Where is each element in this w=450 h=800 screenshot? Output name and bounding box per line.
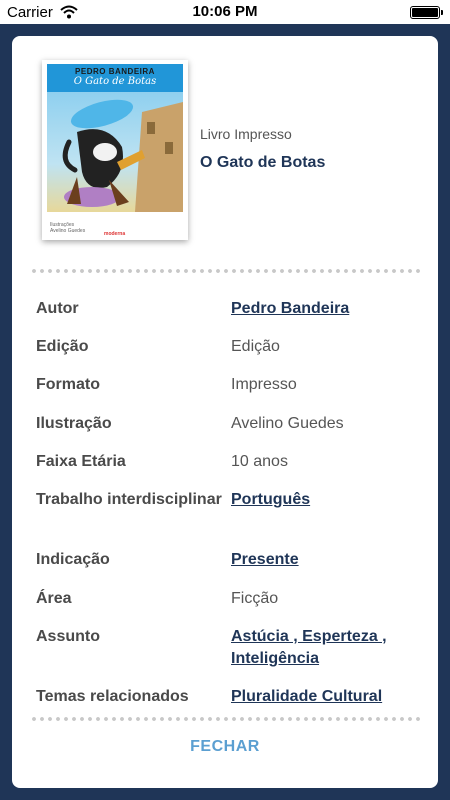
dotted-divider <box>30 269 420 273</box>
book-title: O Gato de Botas <box>200 154 326 171</box>
detail-value: Ficção <box>231 590 279 607</box>
detail-value: Impresso <box>231 376 297 393</box>
detail-label: Edição <box>36 338 89 355</box>
cover-illustration <box>47 92 183 212</box>
detail-label: Faixa Etária <box>36 453 126 470</box>
book-detail-card: PEDRO BANDEIRA O Gato de Botas Ilustraçõ… <box>12 36 438 788</box>
detail-label: Temas relacionados <box>36 688 189 705</box>
detail-label: Área <box>36 590 72 607</box>
detail-value: Edição <box>231 338 280 355</box>
cover-credits: Ilustrações Avelino Guedes <box>50 222 85 234</box>
book-cover-image: PEDRO BANDEIRA O Gato de Botas Ilustraçõ… <box>42 60 188 240</box>
subject-link[interactable]: Português <box>231 489 421 511</box>
status-bar: Carrier 10:06 PM <box>0 0 450 24</box>
detail-label: Assunto <box>36 628 100 645</box>
indication-link[interactable]: Presente <box>231 549 421 571</box>
dotted-divider <box>30 717 420 721</box>
clock: 10:06 PM <box>192 3 258 20</box>
detail-label: Formato <box>36 376 100 393</box>
detail-label: Indicação <box>36 551 110 568</box>
cover-title: O Gato de Botas <box>73 76 157 87</box>
theme-link[interactable]: Pluralidade Cultural <box>231 686 421 708</box>
detail-label: Autor <box>36 300 79 317</box>
book-type: Livro Impresso <box>200 126 292 142</box>
cover-credit-name: Avelino Guedes <box>50 228 86 234</box>
detail-value: 10 anos <box>231 453 288 470</box>
close-button[interactable]: FECHAR <box>12 738 438 756</box>
detail-value: Avelino Guedes <box>231 415 344 432</box>
book-header: Livro Impresso O Gato de Botas <box>200 126 325 172</box>
cover-band: PEDRO BANDEIRA O Gato de Botas <box>47 64 183 92</box>
author-link[interactable]: Pedro Bandeira <box>231 298 421 320</box>
cover-author: PEDRO BANDEIRA <box>75 67 155 76</box>
detail-label: Trabalho interdisciplinar <box>36 491 222 508</box>
publisher-logo: moderna <box>104 231 126 237</box>
detail-label: Ilustração <box>36 415 112 432</box>
battery-icon <box>410 6 443 19</box>
topic-link[interactable]: Astúcia , Esperteza , Inteligência <box>231 626 421 670</box>
